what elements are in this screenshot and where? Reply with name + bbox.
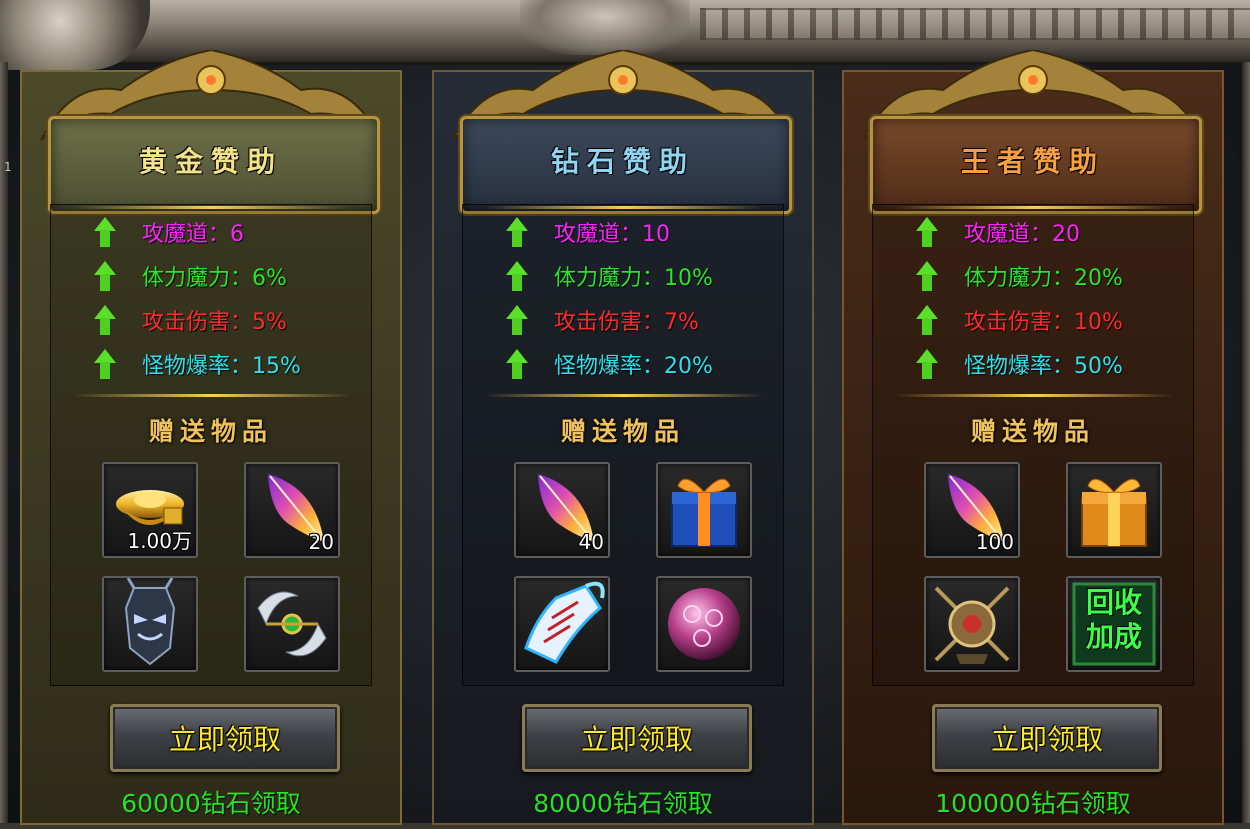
stat-text: 攻击伤害：7%: [554, 310, 699, 335]
up-arrow-icon: [916, 305, 938, 335]
stat-text: 攻魔道：6: [142, 222, 244, 247]
stat-row: 体力魔力：20%: [916, 261, 1123, 291]
item-slot[interactable]: [656, 576, 752, 672]
item-count: 1.00万: [127, 529, 192, 553]
stat-row: 攻击伤害：5%: [94, 305, 287, 335]
gift-title: 赠送物品: [560, 417, 685, 446]
stat-row: 怪物爆率：15%: [94, 349, 301, 379]
stat-text: 体力魔力：20%: [964, 266, 1123, 291]
item-slot[interactable]: 20: [244, 462, 340, 558]
item-slot[interactable]: 回收 加成: [1066, 576, 1162, 672]
side-label-1: 1: [4, 160, 12, 174]
gift-title: 赠送物品: [970, 417, 1095, 446]
stat-row: 攻击伤害：7%: [506, 305, 699, 335]
item-slot[interactable]: 1.00万: [102, 462, 198, 558]
up-arrow-icon: [916, 261, 938, 291]
stat-text: 攻击伤害：5%: [142, 310, 287, 335]
claim-button[interactable]: 立即领取: [522, 704, 752, 772]
divider-glow-bottom: [894, 394, 1174, 397]
item-slot[interactable]: 40: [514, 462, 610, 558]
item-slot[interactable]: [514, 576, 610, 672]
stat-text: 攻魔道：20: [964, 222, 1080, 247]
item-count: 40: [578, 530, 604, 554]
divider-glow-top: [484, 206, 764, 209]
item-count: 20: [308, 530, 334, 554]
sponsor-panel-king: 王者赞助 攻魔道：20 体力魔力：20% 攻击伤害：10% 怪物爆率：50% 赠…: [842, 50, 1224, 825]
item-slot[interactable]: [102, 576, 198, 672]
up-arrow-icon: [916, 217, 938, 247]
up-arrow-icon: [94, 261, 116, 291]
stat-row: 攻魔道：10: [506, 217, 670, 247]
divider-glow-top: [894, 206, 1174, 209]
panel-title: 黄金赞助: [138, 145, 283, 178]
top-frame-pattern: [700, 8, 1250, 40]
stat-row: 体力魔力：6%: [94, 261, 287, 291]
gift-title: 赠送物品: [148, 417, 273, 446]
recycle-bonus-label: 回收 加成: [1085, 586, 1142, 653]
claim-button[interactable]: 立即领取: [932, 704, 1162, 772]
up-arrow-icon: [94, 349, 116, 379]
stat-text: 怪物爆率：50%: [964, 354, 1123, 379]
up-arrow-icon: [94, 305, 116, 335]
dragon-ornament-middle: [520, 0, 690, 55]
item-slot[interactable]: 100: [924, 462, 1020, 558]
panel-title: 钻石赞助: [550, 145, 695, 178]
up-arrow-icon: [506, 217, 528, 247]
item-slot[interactable]: [656, 462, 752, 558]
divider-glow-top: [72, 206, 352, 209]
up-arrow-icon: [506, 349, 528, 379]
sponsor-panel-gold: 黄金赞助 攻魔道：6 体力魔力：6% 攻击伤害：5% 怪物爆率：15% 赠送物品…: [20, 50, 402, 825]
divider-glow-bottom: [72, 394, 352, 397]
stat-text: 攻击伤害：10%: [964, 310, 1123, 335]
stat-text: 体力魔力：6%: [142, 266, 287, 291]
frame-right: [1242, 62, 1250, 829]
item-slot[interactable]: [1066, 462, 1162, 558]
item-count: 100: [975, 530, 1014, 554]
item-slot[interactable]: [244, 576, 340, 672]
item-slot[interactable]: [924, 576, 1020, 672]
stat-text: 体力魔力：10%: [554, 266, 713, 291]
stat-row: 攻击伤害：10%: [916, 305, 1123, 335]
sponsor-panel-diamond: 钻石赞助 攻魔道：10 体力魔力：10% 攻击伤害：7% 怪物爆率：20% 赠送…: [432, 50, 814, 825]
stat-text: 怪物爆率：20%: [554, 354, 713, 379]
stat-row: 攻魔道：20: [916, 217, 1080, 247]
up-arrow-icon: [506, 305, 528, 335]
divider-glow-bottom: [484, 394, 764, 397]
cost-text: 60000钻石领取: [121, 789, 301, 818]
up-arrow-icon: [94, 217, 116, 247]
stat-row: 怪物爆率：50%: [916, 349, 1123, 379]
stat-text: 攻魔道：10: [554, 222, 670, 247]
frame-left: [0, 62, 8, 829]
up-arrow-icon: [506, 261, 528, 291]
stat-text: 怪物爆率：15%: [142, 354, 301, 379]
up-arrow-icon: [916, 349, 938, 379]
stat-row: 体力魔力：10%: [506, 261, 713, 291]
panel-title: 王者赞助: [960, 145, 1105, 178]
cost-text: 100000钻石领取: [935, 789, 1131, 818]
claim-button[interactable]: 立即领取: [110, 704, 340, 772]
stat-row: 怪物爆率：20%: [506, 349, 713, 379]
stat-row: 攻魔道：6: [94, 217, 244, 247]
cost-text: 80000钻石领取: [533, 789, 713, 818]
